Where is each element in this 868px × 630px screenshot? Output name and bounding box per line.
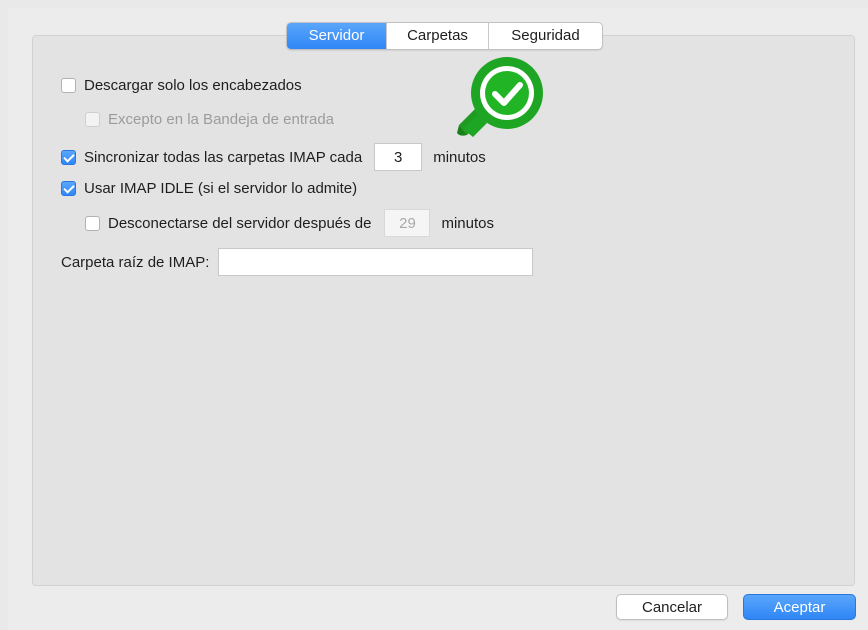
disconnect-row: Desconectarse del servidor después de 29…	[85, 209, 494, 237]
tab-servidor[interactable]: Servidor	[287, 23, 386, 49]
accept-button[interactable]: Aceptar	[743, 594, 856, 620]
tab-bar: Servidor Carpetas Seguridad	[286, 22, 603, 50]
imap-root-input[interactable]	[218, 248, 534, 276]
disconnect-unit-label: minutos	[441, 214, 495, 232]
green-checkmark-badge-icon	[457, 57, 543, 137]
imap-idle-checkbox[interactable]	[61, 180, 76, 196]
sync-all-row: Sincronizar todas las carpetas IMAP cada…	[61, 143, 486, 171]
sync-interval-input[interactable]: 3	[374, 143, 423, 171]
tab-carpetas[interactable]: Carpetas	[386, 23, 488, 49]
disconnect-interval-input[interactable]: 29	[384, 209, 431, 237]
imap-root-row: Carpeta raíz de IMAP:	[61, 248, 534, 276]
sync-all-checkbox[interactable]	[61, 149, 76, 165]
except-inbox-row: Excepto en la Bandeja de entrada	[85, 107, 334, 131]
imap-idle-row: Usar IMAP IDLE (si el servidor lo admite…	[61, 176, 357, 200]
cancel-button[interactable]: Cancelar	[616, 594, 728, 620]
imap-root-label: Carpeta raíz de IMAP:	[61, 253, 210, 271]
disconnect-checkbox[interactable]	[85, 215, 100, 231]
sync-all-label: Sincronizar todas las carpetas IMAP cada	[84, 148, 363, 166]
sync-unit-label: minutos	[433, 148, 486, 166]
disconnect-label: Desconectarse del servidor después de	[108, 214, 372, 232]
headers-only-label: Descargar solo los encabezados	[84, 76, 302, 94]
headers-only-row: Descargar solo los encabezados	[61, 73, 302, 97]
except-inbox-checkbox[interactable]	[85, 111, 100, 127]
imap-idle-label: Usar IMAP IDLE (si el servidor lo admite…	[84, 179, 358, 197]
tab-seguridad[interactable]: Seguridad	[488, 23, 602, 49]
headers-only-checkbox[interactable]	[61, 77, 76, 93]
except-inbox-label: Excepto en la Bandeja de entrada	[108, 110, 335, 128]
